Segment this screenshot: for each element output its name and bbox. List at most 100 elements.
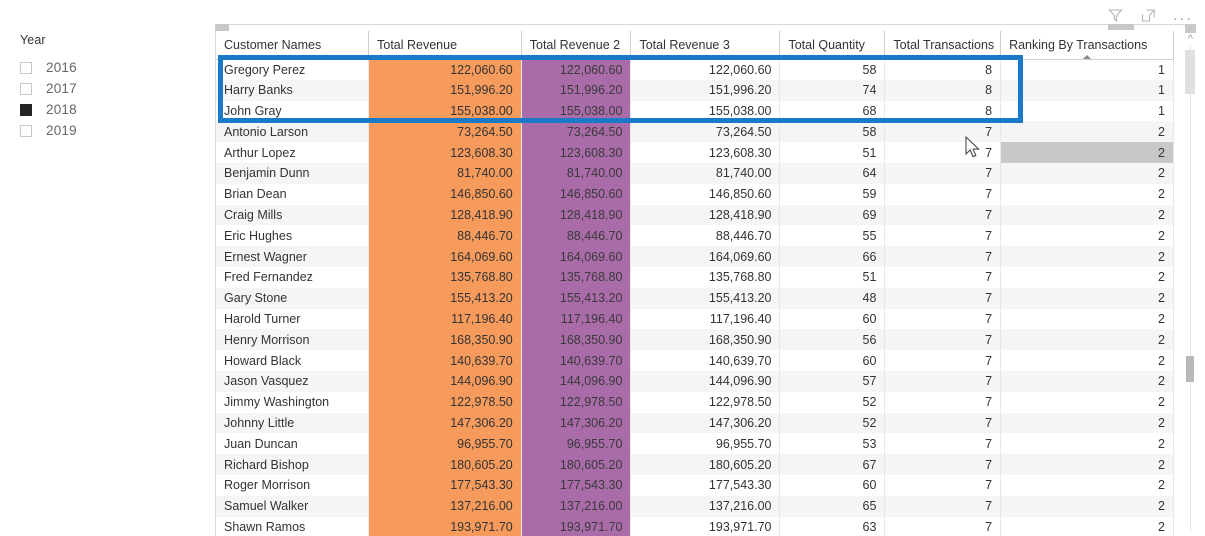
cell-total-transactions[interactable]: 8 [884,59,1002,80]
cell-total-revenue-3[interactable]: 135,768.80 [630,266,781,288]
cell-total-revenue[interactable]: 123,608.30 [368,142,522,163]
cell-total-revenue-2[interactable]: 155,413.20 [521,287,632,309]
cell-total-revenue-2[interactable]: 128,418.90 [521,204,632,226]
cell-customer-name[interactable]: John Gray [216,100,370,122]
slicer-checkbox-2018[interactable] [20,103,32,116]
column-header-total-revenue[interactable]: Total Revenue [368,31,522,60]
cell-total-revenue[interactable]: 164,069.60 [368,246,522,267]
cell-total-revenue-2[interactable]: 117,196.40 [521,308,632,330]
cell-ranking-by-transactions[interactable]: 1 [1000,59,1174,80]
cell-total-revenue-2[interactable]: 164,069.60 [521,246,632,267]
more-options-icon[interactable]: ... [1173,6,1193,23]
table-row[interactable]: Harold Turner 117,196.40 117,196.40 117,196… [216,308,1174,330]
cell-total-quantity[interactable]: 56 [779,329,886,351]
cell-total-revenue-2[interactable]: 88,446.70 [521,225,632,247]
cell-total-quantity[interactable]: 59 [779,183,886,205]
table-row[interactable]: John Gray 155,038.00 155,038.00 155,038.00 6… [216,100,1174,122]
table-row[interactable]: Johnny Little 147,306.20 147,306.20 147,306… [216,412,1174,434]
cell-ranking-by-transactions[interactable]: 2 [1000,308,1174,330]
cell-total-revenue-2[interactable]: 123,608.30 [521,142,632,163]
table-row[interactable]: Eric Hughes 88,446.70 88,446.70 88,446.70 55… [216,225,1174,247]
cell-total-revenue[interactable]: 122,978.50 [368,391,522,413]
cell-customer-name[interactable]: Shawn Ramos [216,516,370,536]
cell-total-revenue-3[interactable]: 146,850.60 [630,183,781,205]
cell-total-transactions[interactable]: 7 [884,142,1002,163]
table-row[interactable]: Arthur Lopez 123,608.30 123,608.30 123,608.… [216,142,1174,163]
cell-total-revenue-3[interactable]: 140,639.70 [630,350,781,371]
cell-total-revenue-3[interactable]: 88,446.70 [630,225,781,247]
cell-total-revenue[interactable]: 144,096.90 [368,370,522,392]
cell-total-revenue-2[interactable]: 155,038.00 [521,100,632,122]
cell-total-transactions[interactable]: 7 [884,454,1002,475]
cell-total-transactions[interactable]: 7 [884,266,1002,288]
cell-total-revenue-3[interactable]: 144,096.90 [630,370,781,392]
table-row[interactable]: Jason Vasquez 144,096.90 144,096.90 144,096… [216,370,1174,392]
cell-total-revenue[interactable]: 180,605.20 [368,454,522,475]
scrollbar-secondary-thumb[interactable] [1186,356,1194,382]
cell-customer-name[interactable]: Fred Fernandez [216,266,370,288]
table-row[interactable]: Jimmy Washington 122,978.50 122,978.50 122,… [216,391,1174,413]
cell-total-transactions[interactable]: 7 [884,412,1002,434]
slicer-checkbox-2017[interactable] [20,82,32,95]
cell-total-revenue-2[interactable]: 180,605.20 [521,454,632,475]
cell-customer-name[interactable]: Eric Hughes [216,225,370,247]
table-row[interactable]: Henry Morrison 168,350.90 168,350.90 168,35… [216,329,1174,351]
table-row[interactable]: Brian Dean 146,850.60 146,850.60 146,850.60… [216,183,1174,205]
cell-total-transactions[interactable]: 7 [884,433,1002,455]
cell-total-transactions[interactable]: 7 [884,246,1002,267]
cell-total-revenue[interactable]: 193,971.70 [368,516,522,536]
cell-total-revenue-2[interactable]: 96,955.70 [521,433,632,455]
table-row[interactable]: Benjamin Dunn 81,740.00 81,740.00 81,740.00… [216,162,1174,184]
cell-customer-name[interactable]: Gary Stone [216,287,370,309]
horizontal-scrollbar-left-cap[interactable] [215,24,229,31]
cell-total-revenue-2[interactable]: 151,996.20 [521,79,632,101]
cell-total-revenue-3[interactable]: 180,605.20 [630,454,781,475]
cell-ranking-by-transactions[interactable]: 2 [1000,142,1174,163]
cell-total-quantity[interactable]: 53 [779,433,886,455]
cell-total-revenue[interactable]: 155,038.00 [368,100,522,122]
cell-ranking-by-transactions[interactable]: 2 [1000,433,1174,455]
scrollbar-track[interactable] [1190,46,1191,532]
slicer-item-2018[interactable]: 2018 [20,99,200,120]
cell-total-revenue-3[interactable]: 155,038.00 [630,100,781,122]
cell-total-revenue-3[interactable]: 193,971.70 [630,516,781,536]
cell-ranking-by-transactions[interactable]: 2 [1000,412,1174,434]
cell-total-transactions[interactable]: 7 [884,308,1002,330]
cell-total-quantity[interactable]: 52 [779,412,886,434]
table-row[interactable]: Ernest Wagner 164,069.60 164,069.60 164,069… [216,246,1174,267]
cell-total-revenue-3[interactable]: 73,264.50 [630,121,781,143]
cell-total-quantity[interactable]: 60 [779,350,886,371]
cell-total-revenue[interactable]: 88,446.70 [368,225,522,247]
cell-total-revenue-3[interactable]: 151,996.20 [630,79,781,101]
cell-total-quantity[interactable]: 57 [779,370,886,392]
column-header-ranking-by-transactions[interactable]: Ranking By Transactions [1000,31,1174,60]
cell-total-transactions[interactable]: 7 [884,162,1002,184]
table-row[interactable]: Gary Stone 155,413.20 155,413.20 155,413.20… [216,287,1174,309]
cell-total-revenue-3[interactable]: 177,543.30 [630,474,781,496]
cell-customer-name[interactable]: Roger Morrison [216,474,370,496]
cell-total-transactions[interactable]: 7 [884,329,1002,351]
cell-total-revenue-2[interactable]: 122,060.60 [521,59,632,80]
cell-total-revenue[interactable]: 122,060.60 [368,59,522,80]
cell-total-transactions[interactable]: 7 [884,370,1002,392]
slicer-checkbox-2019[interactable] [20,124,32,137]
cell-total-revenue-2[interactable]: 144,096.90 [521,370,632,392]
cell-total-quantity[interactable]: 69 [779,204,886,226]
cell-ranking-by-transactions[interactable]: 2 [1000,266,1174,288]
cell-customer-name[interactable]: Craig Mills [216,204,370,226]
cell-total-quantity[interactable]: 58 [779,59,886,80]
cell-ranking-by-transactions[interactable]: 2 [1000,495,1174,517]
cell-customer-name[interactable]: Howard Black [216,350,370,371]
cell-total-quantity[interactable]: 67 [779,454,886,475]
cell-total-revenue[interactable]: 137,216.00 [368,495,522,517]
cell-total-revenue[interactable]: 146,850.60 [368,183,522,205]
slicer-item-2017[interactable]: 2017 [20,78,200,99]
cell-total-revenue-2[interactable]: 137,216.00 [521,495,632,517]
cell-total-transactions[interactable]: 7 [884,495,1002,517]
cell-total-transactions[interactable]: 8 [884,79,1002,101]
cell-total-revenue[interactable]: 147,306.20 [368,412,522,434]
column-header-total-quantity[interactable]: Total Quantity [779,31,886,60]
cell-total-quantity[interactable]: 65 [779,495,886,517]
cell-total-revenue-3[interactable]: 147,306.20 [630,412,781,434]
table-row[interactable]: Roger Morrison 177,543.30 177,543.30 177,54… [216,474,1174,496]
